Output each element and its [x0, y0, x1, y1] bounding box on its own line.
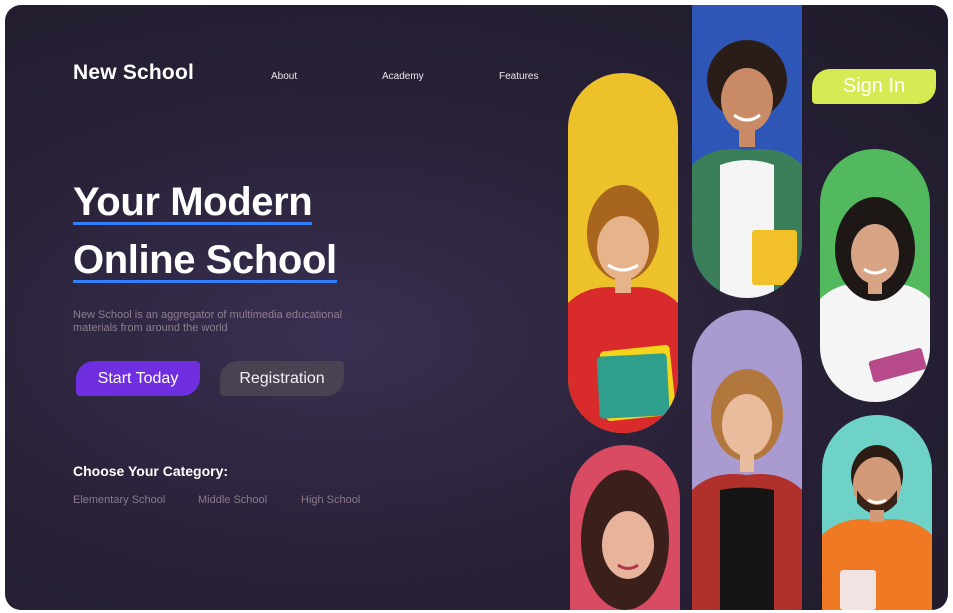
student-illustration	[822, 445, 932, 610]
student-photo-blue	[692, 5, 802, 298]
registration-button[interactable]: Registration	[220, 361, 344, 396]
student-photo-pink	[570, 445, 680, 610]
hero-title: Your Modern Online School	[73, 177, 337, 293]
hero-description: New School is an aggregator of multimedi…	[73, 309, 343, 334]
nav-features[interactable]: Features	[499, 71, 538, 82]
student-photo-purple	[692, 310, 802, 610]
hero-title-line1: Your Modern	[73, 180, 313, 225]
app-frame: New School About Academy Features Your M…	[5, 5, 948, 610]
student-illustration	[692, 40, 802, 298]
student-illustration	[568, 185, 678, 433]
nav-about[interactable]: About	[271, 71, 297, 82]
student-illustration	[692, 369, 802, 610]
sign-in-button[interactable]: Sign In	[812, 69, 936, 104]
student-illustration	[820, 197, 930, 402]
category-middle[interactable]: Middle School	[198, 494, 267, 506]
nav-academy[interactable]: Academy	[382, 71, 424, 82]
student-illustration	[581, 470, 669, 610]
start-today-button[interactable]: Start Today	[76, 361, 200, 396]
category-high[interactable]: High School	[301, 494, 360, 506]
student-photo-teal	[822, 415, 932, 610]
student-photo-green	[820, 149, 930, 402]
student-photo-yellow	[568, 73, 678, 433]
hero-title-line2: Online School	[73, 238, 337, 283]
logo[interactable]: New School	[73, 61, 194, 85]
category-elementary[interactable]: Elementary School	[73, 494, 165, 506]
category-title: Choose Your Category:	[73, 463, 229, 479]
